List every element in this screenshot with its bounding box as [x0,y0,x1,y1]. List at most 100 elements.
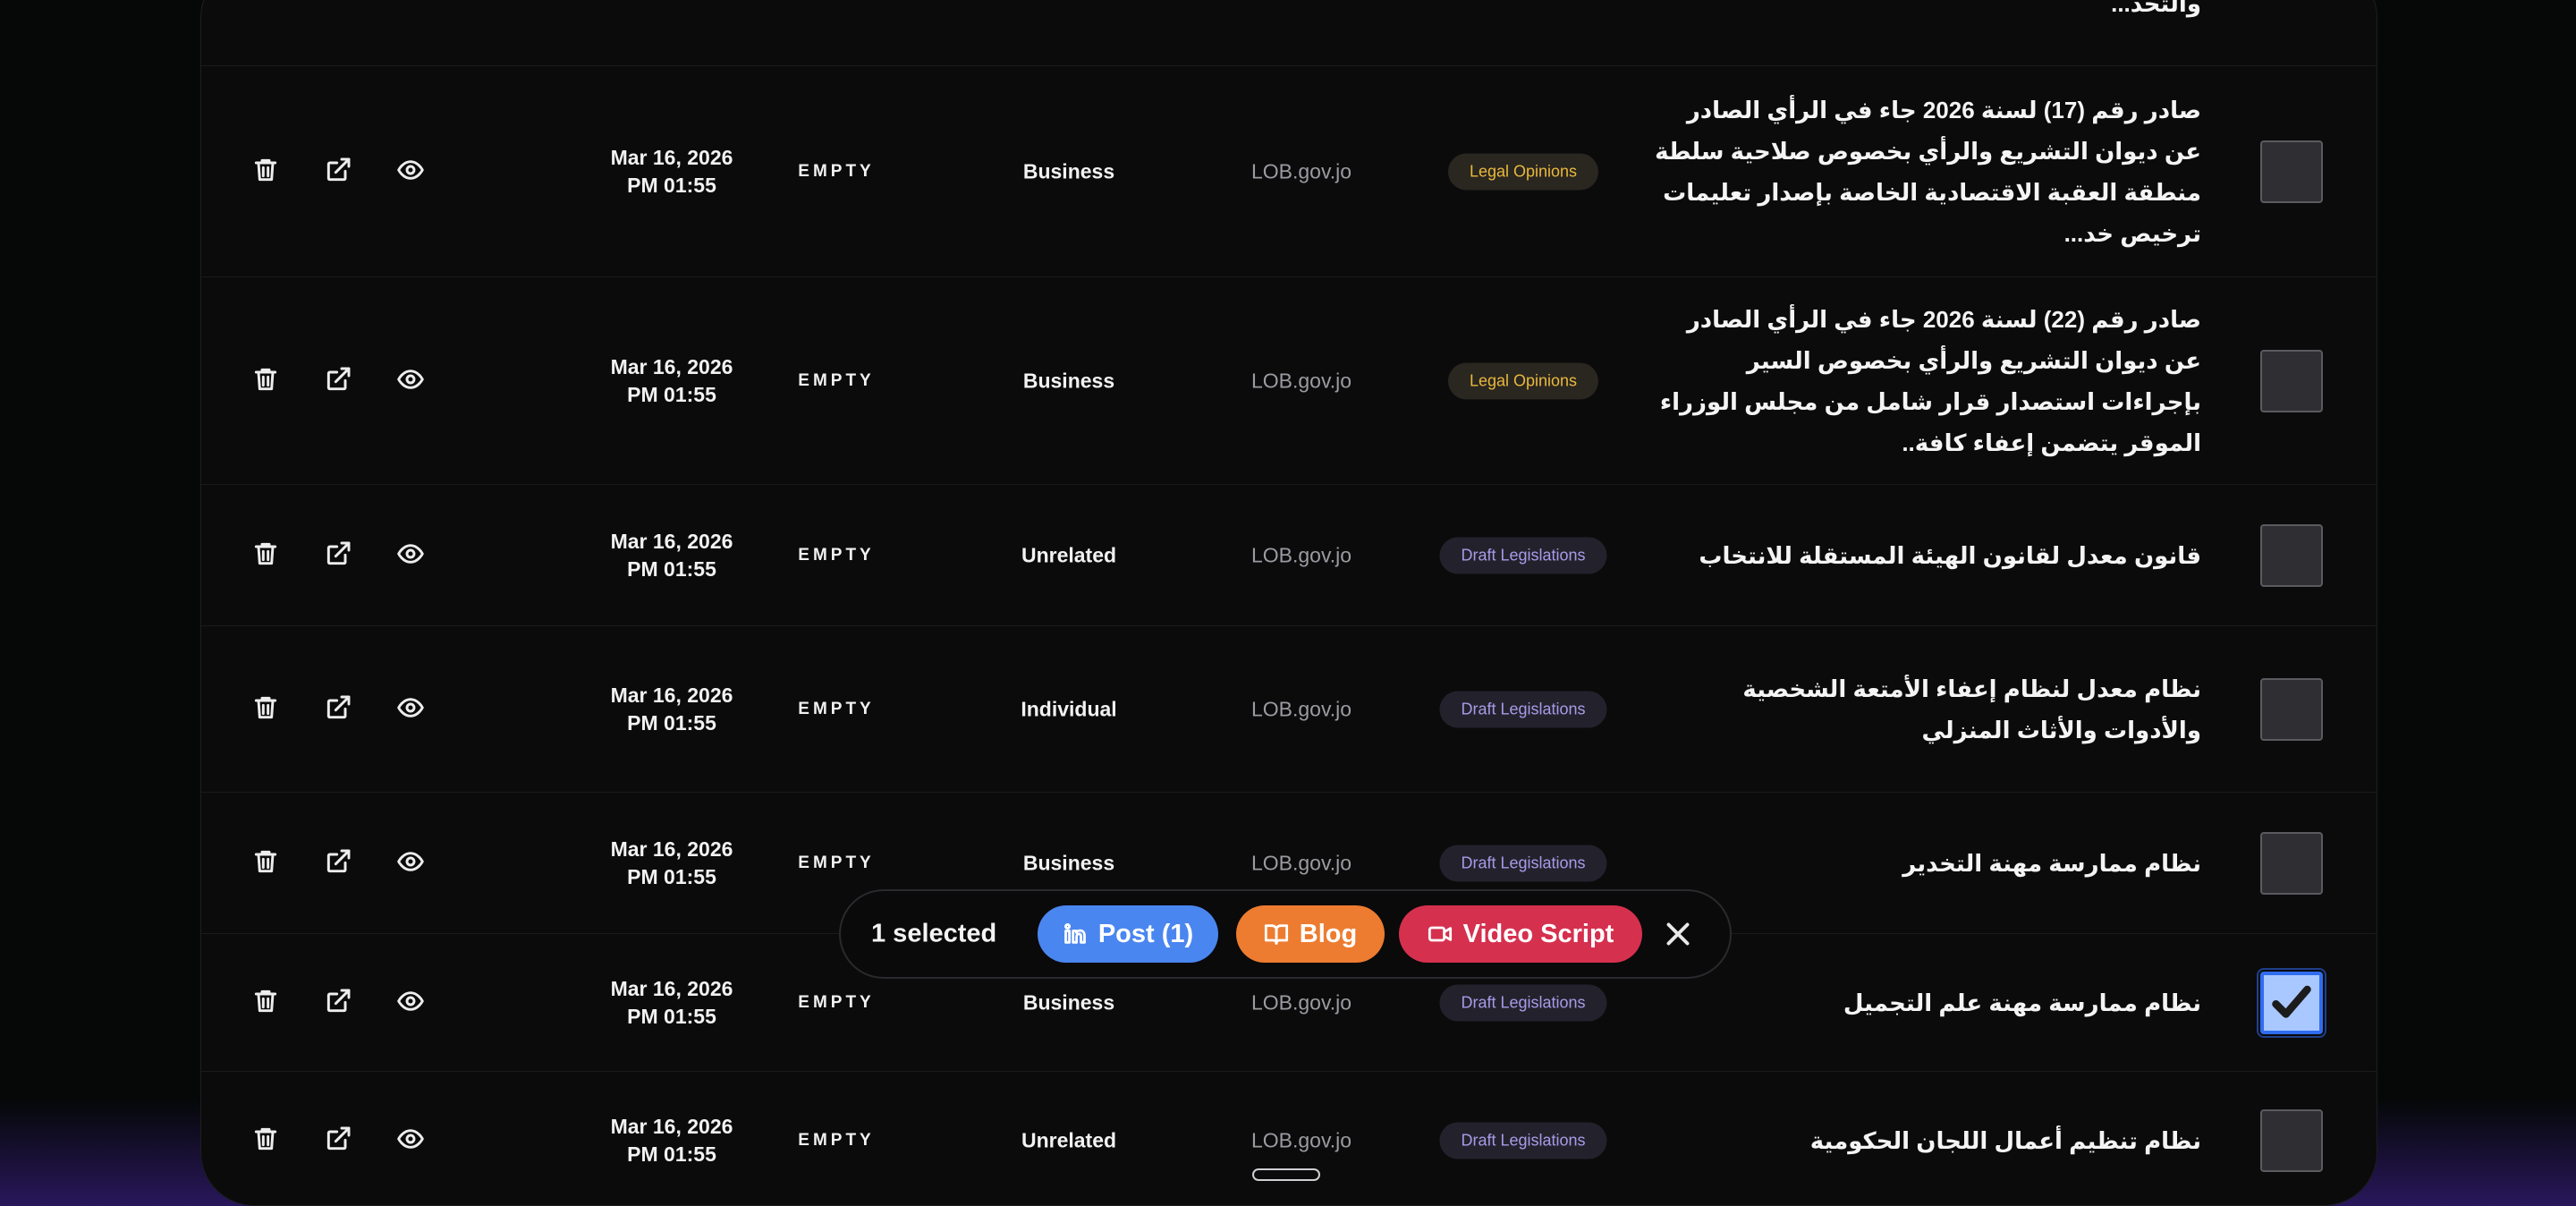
row-checkbox[interactable] [2257,968,2326,1038]
type-badge: Draft Legislations [1439,1122,1607,1159]
view-button[interactable] [394,847,427,879]
status-cell: EMPTY [798,546,875,565]
source-cell: LOB.gov.jo [1250,697,1352,721]
status-cell: EMPTY [798,700,875,718]
close-action-bar-button[interactable] [1662,918,1694,950]
view-button[interactable] [394,987,427,1019]
source-cell: LOB.gov.jo [1250,851,1352,875]
row-title: صادر رقم (22) لسنة 2026 جاء في الرأي الص… [1659,306,2201,456]
eye-icon [396,156,425,189]
view-button[interactable] [394,539,427,572]
delete-button[interactable] [250,1125,282,1157]
external-link-icon [324,365,352,398]
post-button-label: Post (1) [1097,919,1194,948]
delete-button[interactable] [250,693,282,726]
type-badge: Legal Opinions [1447,153,1599,191]
open-link-button[interactable] [322,987,354,1019]
trash-icon [251,156,280,189]
blog-button-label: Blog [1299,919,1358,948]
status-cell: EMPTY [798,162,875,181]
source-cell: LOB.gov.jo [1250,159,1352,183]
eye-icon [396,365,425,398]
row-checkbox[interactable] [2260,832,2323,895]
open-link-button[interactable] [322,156,354,188]
external-link-icon [324,987,352,1020]
status-cell: EMPTY [798,1131,875,1150]
trash-icon [251,693,280,726]
category-cell: Business [1022,369,1115,393]
row-title: نظام معدل لنظام إعفاء الأمتعة الشخصية وا… [1742,675,2201,743]
row-title-partial: للموظفين المحددة رواتبهم وفق تعليمات الت… [2111,0,2201,17]
open-link-button[interactable] [322,693,354,726]
video-script-button[interactable]: Video Script [1399,905,1642,963]
view-button[interactable] [394,365,427,397]
table-row: Mar 16, 2026 PM 01:55 EMPTY Unrelated LOB… [201,1071,2377,1205]
type-badge: Draft Legislations [1439,984,1607,1022]
row-title: قانون معدل لقانون الهيئة المستقلة للانتخ… [1699,542,2201,569]
view-button[interactable] [394,693,427,726]
category-cell: Business [1022,990,1115,1015]
category-cell: Individual [1021,697,1117,721]
category-cell: Business [1022,159,1115,183]
delete-button[interactable] [250,847,282,879]
status-cell: EMPTY [798,371,875,390]
book-icon [1264,924,1288,945]
source-cell: LOB.gov.jo [1250,1128,1352,1152]
table-row: Mar 16, 2026 PM 01:55 EMPTY Business LOB.… [201,65,2377,277]
category-cell: Unrelated [1021,1128,1117,1152]
external-link-icon [324,156,352,189]
eye-icon [396,693,425,726]
row-checkbox[interactable] [2260,1109,2323,1172]
row-title: نظام ممارسة مهنة التخدير [1902,850,2201,877]
delete-button[interactable] [250,987,282,1019]
view-button[interactable] [394,1125,427,1157]
external-link-icon [324,693,352,726]
table-row: Mar 16, 2026 PM 01:55 EMPTY Business LOB.… [201,276,2377,485]
open-link-button[interactable] [322,1125,354,1157]
delete-button[interactable] [250,365,282,397]
external-link-icon [324,847,352,880]
open-link-button[interactable] [322,365,354,397]
type-badge: Draft Legislations [1439,537,1607,574]
status-cell: EMPTY [798,854,875,872]
status-cell: EMPTY [798,993,875,1012]
table-row: Mar 16, 2026 PM 01:55 EMPTY Individual LO… [201,625,2377,793]
blog-button[interactable]: Blog [1236,905,1385,963]
row-checkbox[interactable] [2260,678,2323,741]
eye-icon [396,539,425,573]
content-table-panel: للموظفين المحددة رواتبهم وفق تعليمات الت… [200,0,2377,1206]
category-cell: Business [1022,851,1115,875]
video-icon [1428,926,1452,942]
eye-icon [396,847,425,880]
category-cell: Unrelated [1021,543,1117,567]
view-button[interactable] [394,156,427,188]
trash-icon [251,1125,280,1158]
linkedin-icon [1063,923,1086,944]
bulk-action-bar: 1 selected Post (1) Blog Video Script [839,889,1732,979]
video-script-button-label: Video Script [1462,919,1614,948]
row-checkbox[interactable] [2260,140,2323,203]
row-checkbox[interactable] [2260,524,2323,587]
trash-icon [251,987,280,1020]
scroll-handle[interactable] [1252,1168,1320,1181]
post-button[interactable]: Post (1) [1038,905,1218,963]
open-link-button[interactable] [322,539,354,572]
trash-icon [251,847,280,880]
close-icon [1666,922,1690,946]
type-badge: Legal Opinions [1447,362,1599,400]
delete-button[interactable] [250,156,282,188]
eye-icon [396,987,425,1020]
source-cell: LOB.gov.jo [1250,369,1352,393]
row-title: نظام تنظيم أعمال اللجان الحكومية [1809,1127,2201,1154]
selected-count: 1 selected [871,919,997,948]
type-badge: Draft Legislations [1439,691,1607,728]
trash-icon [251,365,280,398]
source-cell: LOB.gov.jo [1250,543,1352,567]
open-link-button[interactable] [322,847,354,879]
row-checkbox[interactable] [2260,350,2323,412]
table-row: Mar 16, 2026 PM 01:55 EMPTY Unrelated LOB… [201,484,2377,626]
trash-icon [251,539,280,573]
external-link-icon [324,539,352,573]
eye-icon [396,1125,425,1158]
delete-button[interactable] [250,539,282,572]
